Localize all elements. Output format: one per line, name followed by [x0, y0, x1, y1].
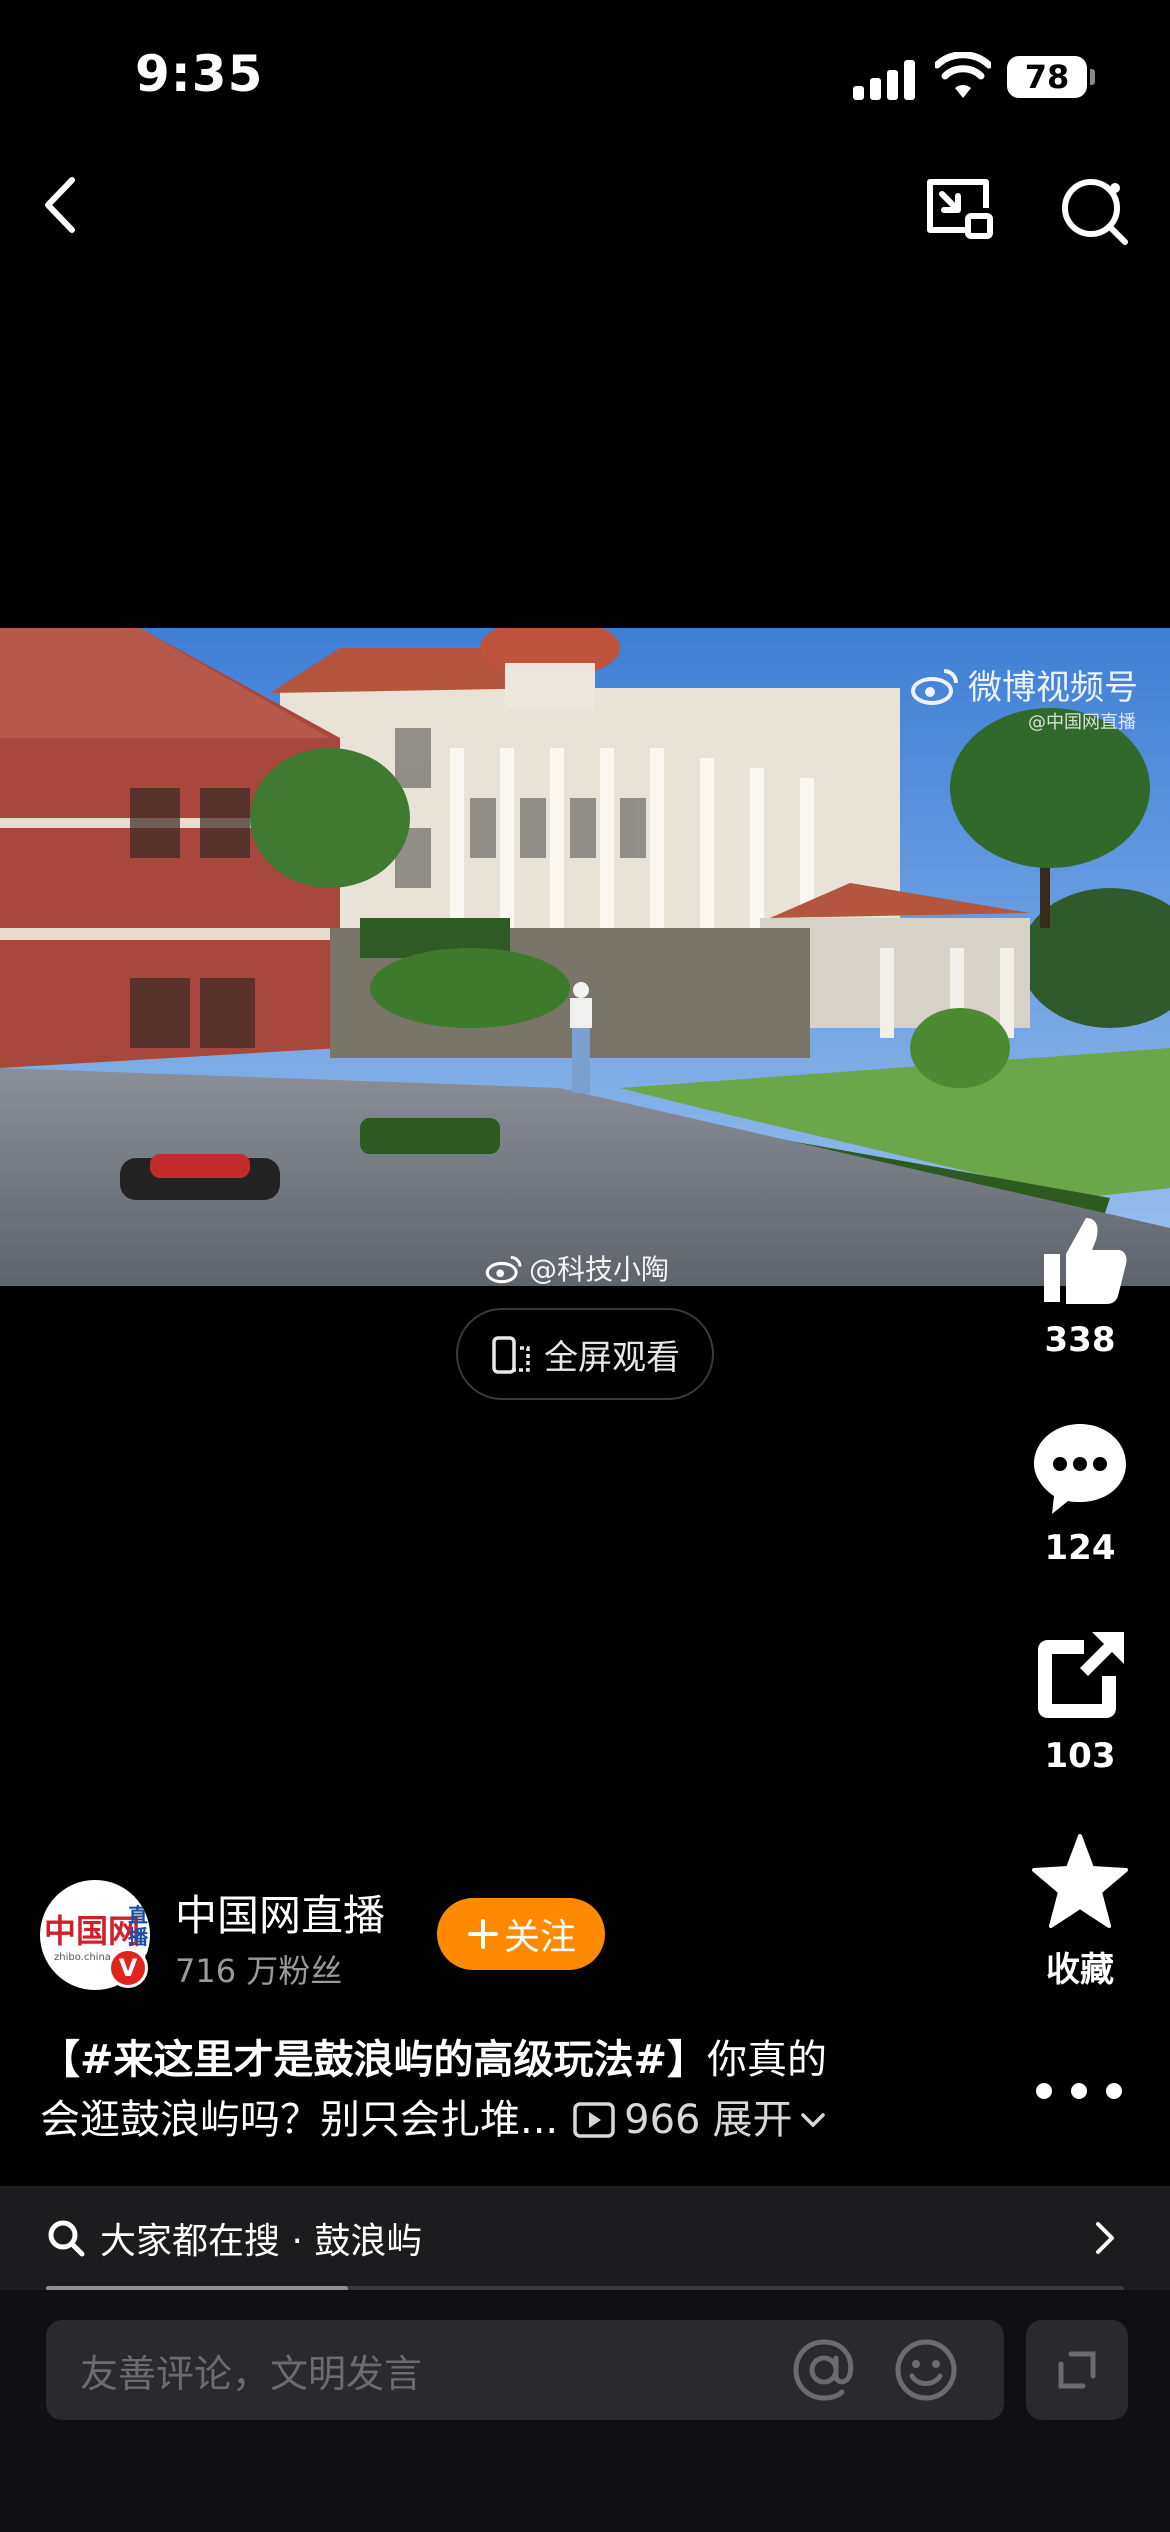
avatar-logo-text: 中国网: [44, 1912, 141, 1950]
hot-search-bar[interactable]: 大家都在搜 · 鼓浪屿: [0, 2186, 1170, 2290]
weibo-logo-icon: [485, 1255, 522, 1284]
caption-hashtag[interactable]: 【#来这里才是鼓浪屿的高级玩法#】: [40, 2037, 707, 2083]
more-options-button[interactable]: [1036, 2074, 1122, 2108]
dot-icon: [1071, 2083, 1087, 2099]
like-button[interactable]: 338: [1010, 1210, 1150, 1360]
share-button[interactable]: 103: [1010, 1626, 1150, 1776]
watermark-source: @中国网直播: [1028, 712, 1136, 733]
weibo-video-watermark: 微博视频号: [910, 660, 1138, 709]
rotate-phone-icon: [492, 1336, 530, 1374]
caption-line-2: 会逛鼓浪屿吗？别只会扎堆... 966 展开: [40, 2090, 940, 2150]
dot-icon: [1036, 2083, 1052, 2099]
comment-bubble-icon: [1034, 1424, 1126, 1514]
follow-label: 关注: [503, 1917, 576, 1958]
avatar-side-text: 直播: [128, 1903, 148, 1949]
chevron-down-icon: [800, 2113, 825, 2128]
view-count: 966: [624, 2097, 701, 2143]
caption-text-1: 你真的: [707, 2037, 828, 2083]
thumbs-up-icon: [1044, 1218, 1127, 1304]
share-icon: [1038, 1632, 1124, 1718]
comment-button[interactable]: 124: [1010, 1418, 1150, 1568]
expand-comment-button[interactable]: [1026, 2320, 1128, 2420]
verified-badge: V: [108, 1948, 148, 1988]
back-button[interactable]: [30, 170, 100, 240]
picture-in-picture-icon: [927, 179, 993, 239]
comment-count: 124: [1044, 1528, 1116, 1568]
plus-icon: [467, 1919, 498, 1949]
weibo-logo-icon: [911, 668, 958, 705]
expand-corners-icon: [1058, 2351, 1096, 2389]
at-mention-icon[interactable]: [790, 2336, 858, 2404]
expand-button[interactable]: 展开: [713, 2090, 827, 2150]
caption-text-2: 会逛鼓浪屿吗？别只会扎堆...: [40, 2097, 559, 2143]
chevron-right-icon: [1096, 2222, 1114, 2254]
search-icon: [1062, 179, 1128, 245]
fullscreen-button[interactable]: 全屏观看: [456, 1308, 714, 1400]
video-player[interactable]: [0, 628, 1170, 1286]
search-button[interactable]: [1055, 170, 1135, 250]
chevron-left-icon: [45, 177, 75, 233]
favorite-button[interactable]: 收藏: [1010, 1832, 1150, 1991]
battery-tip: [1090, 69, 1095, 85]
watermark-brand: 微博视频号: [968, 668, 1138, 708]
star-icon: [1032, 1834, 1128, 1928]
play-box-icon: [573, 2102, 615, 2138]
fan-count: 716 万粉丝: [175, 1952, 343, 1990]
view-count-badge: 966: [572, 2090, 701, 2150]
caption-line-1: 【#来这里才是鼓浪屿的高级玩法#】你真的: [40, 2030, 940, 2090]
battery-indicator: 78: [1007, 56, 1087, 98]
share-count: 103: [1044, 1736, 1116, 1776]
wifi-icon: [933, 51, 993, 100]
emoji-icon[interactable]: [892, 2336, 960, 2404]
favorite-label: 收藏: [1046, 1950, 1114, 1990]
video-frame: [0, 628, 1170, 1286]
search-icon: [48, 2220, 85, 2257]
video-author-watermark: @科技小陶: [485, 1248, 669, 1288]
expand-label: 展开: [712, 2097, 793, 2143]
comment-input[interactable]: 友善评论，文明发言: [46, 2320, 1004, 2420]
author-watermark-text: @科技小陶: [529, 1253, 670, 1286]
status-time: 9:35: [135, 45, 264, 103]
like-count: 338: [1044, 1320, 1116, 1360]
follow-button[interactable]: 关注: [437, 1898, 605, 1970]
fullscreen-label: 全屏观看: [544, 1337, 680, 1378]
dot-icon: [1106, 2083, 1122, 2099]
author-name[interactable]: 中国网直播: [175, 1882, 385, 1943]
hot-search-text: 大家都在搜 · 鼓浪屿: [100, 2221, 423, 2262]
pip-button[interactable]: [920, 170, 1000, 250]
post-caption[interactable]: 【#来这里才是鼓浪屿的高级玩法#】你真的 会逛鼓浪屿吗？别只会扎堆... 966…: [40, 2030, 940, 2150]
cellular-signal-icon: [853, 60, 915, 100]
